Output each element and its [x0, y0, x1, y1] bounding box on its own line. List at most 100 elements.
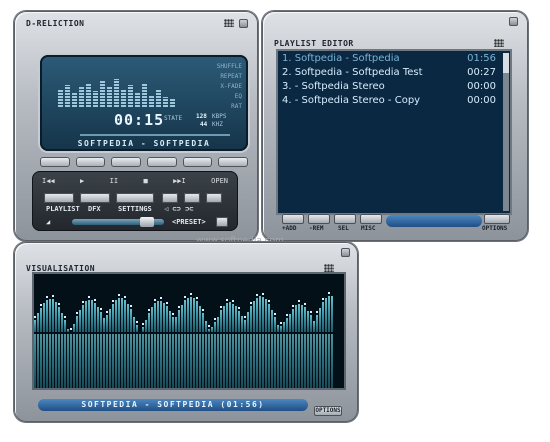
- visualisation-bar: [160, 301, 162, 332]
- repeat-toggle[interactable]: REPEAT: [220, 73, 242, 80]
- xfade-toggle[interactable]: X-FADE: [220, 83, 242, 90]
- visualisation-bar: [268, 334, 270, 388]
- prev-icon[interactable]: I◀◀: [42, 177, 55, 185]
- visualisation-bar: [262, 297, 264, 332]
- time-display[interactable]: 00:15: [114, 111, 164, 129]
- volume-handle[interactable]: [140, 217, 154, 227]
- visualisation-bar: [157, 301, 159, 332]
- sel-button[interactable]: [334, 214, 356, 224]
- shade-button[interactable]: [111, 157, 142, 167]
- options-button[interactable]: [484, 214, 510, 224]
- playlist-item[interactable]: 1. Softpedia - Softpedia 01:56: [282, 53, 496, 67]
- close-icon[interactable]: [509, 17, 518, 26]
- visualisation-bar: [46, 300, 48, 332]
- rat-toggle[interactable]: RAT: [231, 103, 242, 110]
- playlist-toggle-button[interactable]: [44, 193, 74, 203]
- close-icon[interactable]: [239, 19, 248, 28]
- visualisation-bar: [262, 334, 264, 388]
- shade-button[interactable]: [40, 157, 70, 167]
- visualisation-bar: [64, 320, 66, 332]
- visualisation-bar: [199, 306, 201, 332]
- visualisation-bar: [49, 334, 51, 388]
- drag-grip-icon[interactable]: [494, 39, 504, 47]
- dfx-toggle-button[interactable]: [80, 193, 110, 203]
- visualisation-bar: [73, 324, 75, 332]
- visualisation-peak: [52, 295, 54, 297]
- position-bar[interactable]: [80, 134, 230, 136]
- plus-button[interactable]: [184, 193, 200, 203]
- visualisation-bar: [208, 334, 210, 388]
- eject-button[interactable]: [216, 217, 228, 227]
- visualisation-bar: [322, 302, 324, 332]
- visualisation-bar: [112, 334, 114, 388]
- eq-toggle[interactable]: EQ: [235, 93, 242, 100]
- misc-button[interactable]: [360, 214, 382, 224]
- visualisation-peak: [70, 328, 72, 330]
- add-button[interactable]: [282, 214, 304, 224]
- extra-button[interactable]: [206, 193, 222, 203]
- visualisation-bar: [55, 302, 57, 332]
- play-icon[interactable]: ▶: [80, 177, 84, 185]
- visualisation-bar: [298, 304, 300, 332]
- drag-grip-icon[interactable]: [224, 19, 234, 27]
- settings-button[interactable]: [116, 193, 154, 203]
- shade-button[interactable]: [218, 157, 249, 167]
- visualisation-bar: [109, 334, 111, 388]
- visualisation-bar: [268, 304, 270, 332]
- visualisation-bar: [193, 334, 195, 388]
- visualisation-bar: [241, 316, 243, 332]
- visualisation-bar: [142, 334, 144, 388]
- visualisation-bar: [82, 305, 84, 332]
- visualisation-bar: [61, 334, 63, 388]
- visualisation-bar: [91, 300, 93, 332]
- visualisation-bar: [118, 298, 120, 332]
- drag-grip-icon[interactable]: [324, 264, 334, 272]
- preset-button[interactable]: <PRESET>: [172, 218, 206, 226]
- close-icon[interactable]: [341, 248, 350, 257]
- next-icon[interactable]: ▶▶I: [173, 177, 186, 185]
- visualisation-bar: [331, 334, 333, 388]
- stop-icon[interactable]: ■: [143, 177, 147, 185]
- visualisation-bar: [199, 334, 201, 388]
- visualisation-bar: [124, 334, 126, 388]
- open-button[interactable]: OPEN: [211, 177, 228, 185]
- visualisation-bar: [103, 318, 105, 332]
- visualisation-bar: [121, 298, 123, 332]
- shade-button[interactable]: [182, 157, 213, 167]
- visualisation-bar: [238, 311, 240, 332]
- visualisation-peak: [208, 325, 210, 327]
- visualisation-bar: [313, 334, 315, 388]
- minus-button[interactable]: [162, 193, 178, 203]
- track-title: 2. Softpedia - Softpedia Test: [282, 67, 423, 78]
- shuffle-toggle[interactable]: SHUFFLE: [217, 63, 242, 70]
- shade-button[interactable]: [147, 157, 177, 167]
- visualisation-bar: [292, 334, 294, 388]
- visualisation-peak: [262, 293, 264, 295]
- visualisation-peak: [250, 302, 252, 304]
- visualisation-bar: [73, 334, 75, 388]
- playlist-scrollbar[interactable]: [503, 53, 509, 211]
- visualisation-bar: [115, 300, 117, 332]
- visualisation-bar: [175, 334, 177, 388]
- visualisation-bar: [43, 303, 45, 332]
- playlist-item[interactable]: 3. - Softpedia Stereo 00:00: [282, 81, 496, 95]
- visualisation-bar: [295, 334, 297, 388]
- visualisation-bar: [226, 303, 228, 332]
- rem-button[interactable]: [308, 214, 330, 224]
- visualisation-bar: [226, 334, 228, 388]
- visualisation-peak: [100, 308, 102, 310]
- playlist-item[interactable]: 2. Softpedia - Softpedia Test 00:27: [282, 67, 496, 81]
- shade-button[interactable]: [75, 157, 106, 167]
- visualisation-peak: [76, 312, 78, 314]
- visualisation-peak: [292, 305, 294, 307]
- visualisation-peak: [64, 316, 66, 318]
- playlist-item[interactable]: 4. - Softpedia Stereo - Copy 00:00: [282, 95, 496, 109]
- balance-icon[interactable]: ◁ ⊂⊃ ⊃⊂: [164, 205, 194, 213]
- visualisation-bar: [196, 334, 198, 388]
- pause-icon[interactable]: II: [110, 177, 118, 185]
- vis-options-button[interactable]: OPTIONS: [314, 406, 342, 416]
- kbps-label: KBPS: [212, 113, 227, 120]
- visualisation-bar: [37, 334, 39, 388]
- visualisation-bar: [238, 334, 240, 388]
- track-duration: 00:27: [467, 67, 496, 78]
